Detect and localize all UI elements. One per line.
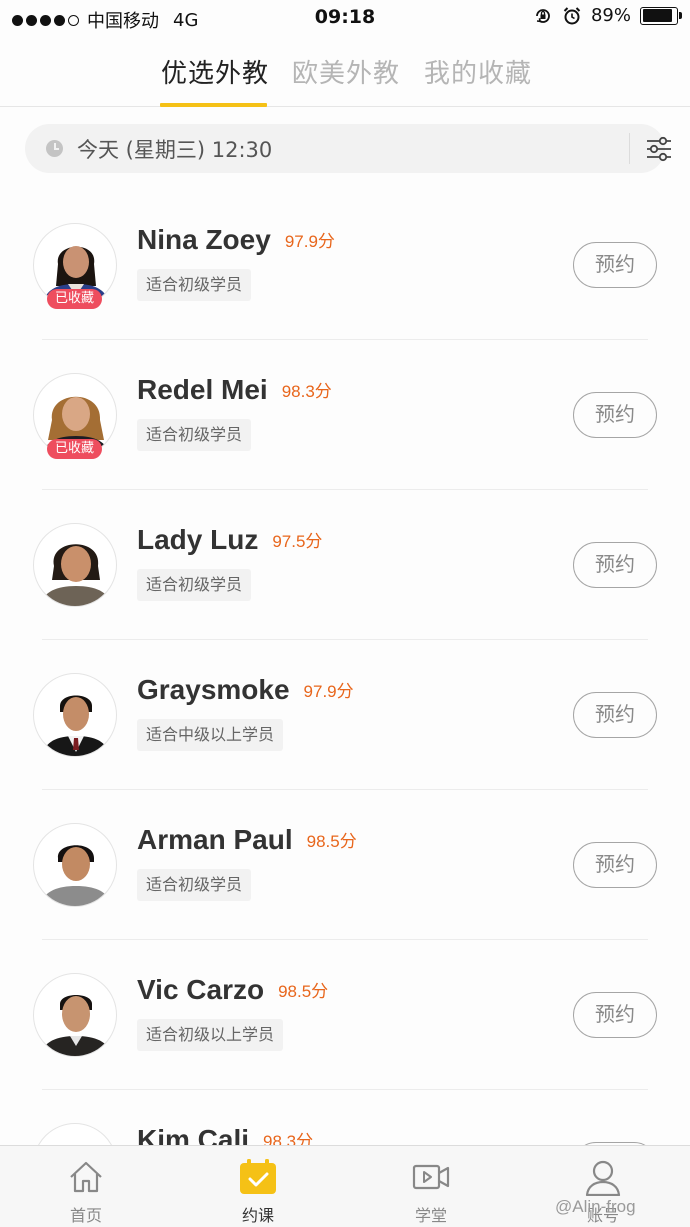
favorited-badge: 已收藏 bbox=[47, 289, 102, 309]
book-button[interactable]: 预约 bbox=[573, 692, 657, 738]
teacher-name: Arman Paul bbox=[137, 824, 293, 855]
nav-booking[interactable]: 约课 bbox=[172, 1146, 344, 1227]
teacher-name-line: Lady Luz 97.5分 bbox=[137, 524, 322, 556]
top-tabs: 优选外教 欧美外教 我的收藏 bbox=[0, 36, 690, 107]
status-right: 89% bbox=[533, 5, 682, 26]
status-bar: 中国移动 4G 09:18 89% bbox=[0, 0, 690, 36]
book-button[interactable]: 预约 bbox=[573, 842, 657, 888]
teacher-avatar[interactable] bbox=[33, 823, 117, 907]
time-filter-bar[interactable]: 今天 (星期三) 12:30 bbox=[25, 124, 671, 173]
teacher-score: 97.9分 bbox=[303, 682, 354, 701]
teacher-name-line: Graysmoke 97.9分 bbox=[137, 674, 354, 706]
calendar-check-icon bbox=[240, 1159, 276, 1194]
teacher-avatar[interactable] bbox=[33, 1123, 117, 1145]
teacher-row[interactable]: Arman Paul 98.5分 适合初级学员 预约 bbox=[0, 790, 690, 940]
video-play-icon bbox=[412, 1164, 450, 1190]
book-button[interactable]: 预约 bbox=[573, 392, 657, 438]
level-tag: 适合初级学员 bbox=[137, 419, 252, 451]
teacher-name-line: Kim Cali 98.3分 bbox=[137, 1124, 313, 1145]
book-button[interactable]: 预约 bbox=[573, 542, 657, 588]
teacher-avatar[interactable] bbox=[33, 523, 117, 607]
alarm-icon bbox=[563, 6, 581, 24]
teacher-row[interactable]: Vic Carzo 98.5分 适合初级以上学员 预约 bbox=[0, 940, 690, 1090]
teacher-name-line: Arman Paul 98.5分 bbox=[137, 824, 357, 856]
teacher-score: 98.3分 bbox=[263, 1132, 314, 1145]
clock-icon bbox=[46, 140, 63, 157]
battery-percent: 89% bbox=[590, 5, 631, 26]
teacher-score: 98.3分 bbox=[281, 382, 332, 401]
nav-home-label: 首页 bbox=[69, 1206, 102, 1225]
nav-home[interactable]: 首页 bbox=[0, 1146, 172, 1227]
teacher-row[interactable]: Graysmoke 97.9分 适合中级以上学员 预约 bbox=[0, 640, 690, 790]
nav-booking-label: 约课 bbox=[241, 1206, 274, 1225]
teacher-score: 97.9分 bbox=[284, 232, 335, 251]
teacher-score: 98.5分 bbox=[306, 832, 357, 851]
nav-academy-label: 学堂 bbox=[414, 1206, 447, 1225]
teacher-avatar[interactable] bbox=[33, 673, 117, 757]
teacher-score: 97.5分 bbox=[272, 532, 323, 551]
time-filter-label[interactable]: 今天 (星期三) 12:30 bbox=[77, 134, 272, 164]
teacher-row[interactable]: Lady Luz 97.5分 适合初级学员 预约 bbox=[0, 490, 690, 640]
teacher-name: Kim Cali bbox=[137, 1124, 250, 1145]
watermark: @Alin-frog bbox=[555, 1197, 636, 1216]
teacher-name: Lady Luz bbox=[137, 524, 259, 555]
teacher-name-line: Redel Mei 98.3分 bbox=[137, 374, 332, 406]
tab-western-teachers[interactable]: 欧美外教 bbox=[292, 53, 400, 90]
filter-sliders-icon[interactable] bbox=[645, 136, 673, 162]
level-tag: 适合初级以上学员 bbox=[137, 1019, 284, 1051]
level-tag: 适合初级学员 bbox=[137, 569, 252, 601]
teacher-list[interactable]: 已收藏 Nina Zoey 97.9分 适合初级学员 预约 已收藏 Redel M… bbox=[0, 190, 690, 1145]
orientation-lock-icon bbox=[536, 8, 550, 23]
teacher-row[interactable]: Kim Cali98.3分 预约 bbox=[0, 1090, 690, 1145]
user-icon bbox=[585, 1160, 621, 1196]
teacher-score: 98.5分 bbox=[278, 982, 329, 1001]
teacher-name-line: Vic Carzo 98.5分 bbox=[137, 974, 328, 1006]
teacher-avatar[interactable] bbox=[33, 973, 117, 1057]
teacher-row[interactable]: 已收藏 Redel Mei 98.3分 适合初级学员 预约 bbox=[0, 340, 690, 490]
level-tag: 适合中级以上学员 bbox=[137, 719, 284, 751]
book-button[interactable]: 预约 bbox=[573, 242, 657, 288]
teacher-name-line: Nina Zoey 97.9分 bbox=[137, 224, 335, 256]
level-tag: 适合初级学员 bbox=[137, 869, 252, 901]
teacher-name: Graysmoke bbox=[137, 674, 290, 705]
book-button[interactable]: 预约 bbox=[573, 992, 657, 1038]
favorited-badge: 已收藏 bbox=[47, 439, 102, 459]
teacher-row[interactable]: 已收藏 Nina Zoey 97.9分 适合初级学员 预约 bbox=[0, 190, 690, 340]
tab-my-favorites[interactable]: 我的收藏 bbox=[424, 53, 532, 90]
active-tab-indicator bbox=[160, 103, 267, 107]
teacher-name: Redel Mei bbox=[137, 374, 268, 405]
teacher-name: Nina Zoey bbox=[137, 224, 271, 255]
divider bbox=[629, 133, 630, 164]
level-tag: 适合初级学员 bbox=[137, 269, 252, 301]
battery-icon bbox=[640, 6, 682, 25]
home-icon bbox=[70, 1161, 102, 1193]
nav-academy[interactable]: 学堂 bbox=[345, 1146, 517, 1227]
teacher-name: Vic Carzo bbox=[137, 974, 265, 1005]
tab-featured-teachers[interactable]: 优选外教 bbox=[161, 53, 269, 90]
